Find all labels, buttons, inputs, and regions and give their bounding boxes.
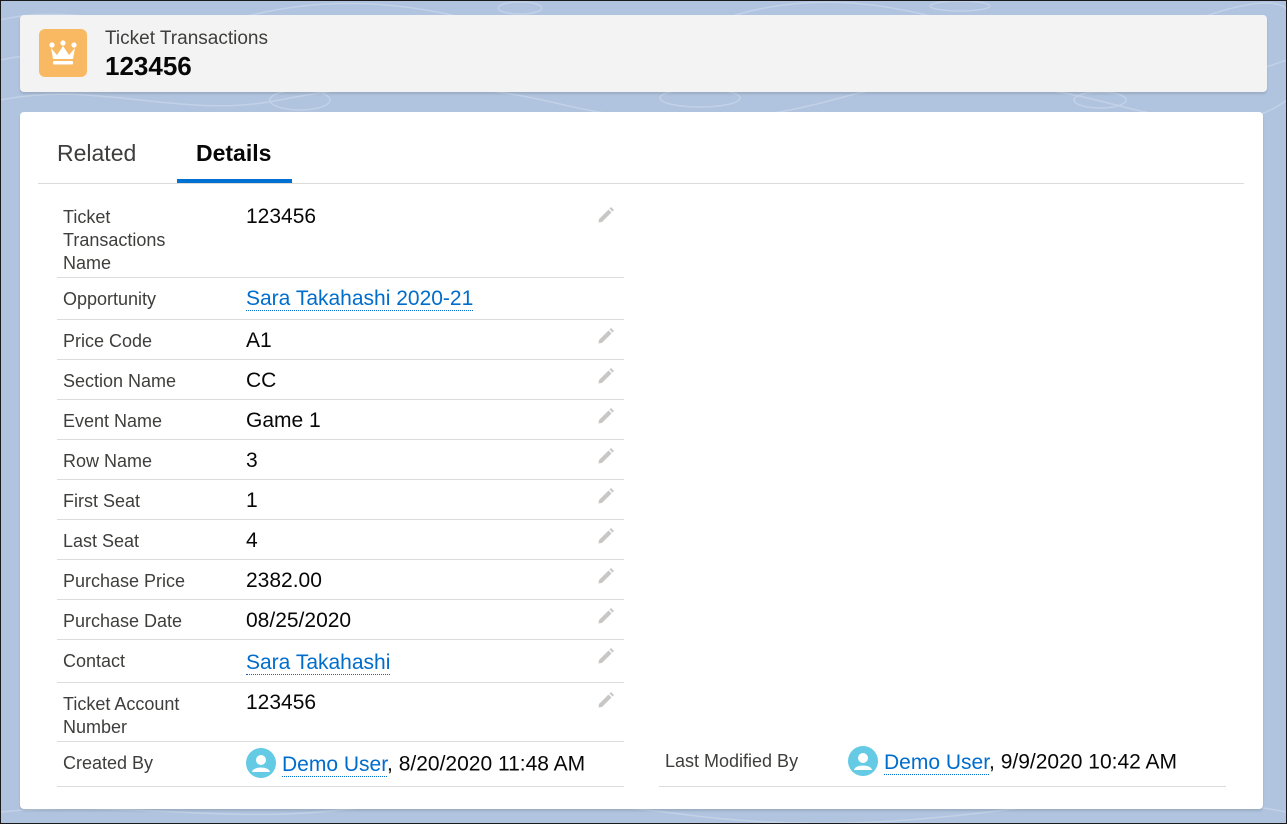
field-row-price-code: Price Code A1 xyxy=(57,320,624,360)
field-value: 2382.00 xyxy=(246,569,322,592)
field-label: Section Name xyxy=(63,371,177,391)
opportunity-link[interactable]: Sara Takahashi 2020-21 xyxy=(246,286,474,312)
field-label: Purchase Price xyxy=(63,571,186,591)
field-value: 1 xyxy=(246,489,258,512)
field-row-opportunity: Opportunity Sara Takahashi 2020-21 xyxy=(57,278,624,320)
field-label: Event Name xyxy=(63,411,163,431)
field-row-section-name: Section Name CC xyxy=(57,360,624,400)
pencil-edit-icon[interactable] xyxy=(596,646,616,666)
field-row-created-by: Created By Demo User, 8/20/2020 11:48 AM xyxy=(57,742,624,787)
field-label: Opportunity xyxy=(63,289,157,309)
pencil-edit-icon[interactable] xyxy=(596,566,616,586)
created-by-user-link[interactable]: Demo User xyxy=(282,752,388,777)
field-row-event-name: Event Name Game 1 xyxy=(57,400,624,440)
contact-link-text[interactable]: Sara Takahashi xyxy=(246,651,391,675)
field-value: 3 xyxy=(246,449,258,472)
created-by-timestamp: , 8/20/2020 11:48 AM xyxy=(387,752,586,776)
field-row-last-modified-by: Last Modified By Demo User, 9/9/2020 10:… xyxy=(659,740,1226,787)
tab-bar: Related Details xyxy=(38,112,1244,184)
pencil-edit-icon[interactable] xyxy=(596,526,616,546)
field-value: 08/25/2020 xyxy=(246,609,352,632)
crown-icon xyxy=(39,29,87,77)
opportunity-link-text[interactable]: Sara Takahashi 2020-21 xyxy=(246,287,474,311)
field-value: A1 xyxy=(246,329,272,352)
field-value: Game 1 xyxy=(246,409,321,432)
object-type-label: Ticket Transactions xyxy=(105,28,268,49)
pencil-edit-icon[interactable] xyxy=(596,690,616,710)
field-value: 4 xyxy=(246,529,258,552)
field-row-row-name: Row Name 3 xyxy=(57,440,624,480)
active-tab-indicator xyxy=(177,179,292,183)
last-modified-by-value: Demo User, 9/9/2020 10:42 AM xyxy=(848,746,1178,778)
pencil-edit-icon[interactable] xyxy=(596,406,616,426)
field-label: Price Code xyxy=(63,331,153,351)
pencil-edit-icon[interactable] xyxy=(596,205,616,225)
tab-related[interactable]: Related xyxy=(57,140,136,167)
details-field-list: Ticket Transactions Name 123456 Opportun… xyxy=(57,198,624,787)
last-modified-by-timestamp: , 9/9/2020 10:42 AM xyxy=(989,750,1178,774)
field-label: Last Seat xyxy=(63,531,140,551)
field-label: Purchase Date xyxy=(63,611,183,631)
user-avatar-icon[interactable] xyxy=(848,746,878,776)
tab-details[interactable]: Details xyxy=(196,140,271,167)
field-label: Contact xyxy=(63,651,126,671)
field-row-first-seat: First Seat 1 xyxy=(57,480,624,520)
field-value: CC xyxy=(246,369,277,392)
pencil-edit-icon[interactable] xyxy=(596,486,616,506)
field-label: Row Name xyxy=(63,451,153,471)
contact-link[interactable]: Sara Takahashi xyxy=(246,650,391,676)
field-row-ticket-account-number: Ticket Account Number 123456 xyxy=(57,683,624,742)
field-row-purchase-date: Purchase Date 08/25/2020 xyxy=(57,600,624,640)
record-header: Ticket Transactions 123456 xyxy=(20,15,1267,92)
field-label: Last Modified By xyxy=(665,751,799,771)
field-row-purchase-price: Purchase Price 2382.00 xyxy=(57,560,624,600)
user-avatar-icon[interactable] xyxy=(246,748,276,778)
field-label: Ticket Account Number xyxy=(63,694,180,737)
pencil-edit-icon[interactable] xyxy=(596,366,616,386)
field-row-contact: Contact Sara Takahashi xyxy=(57,640,624,683)
field-label: First Seat xyxy=(63,491,141,511)
field-value: 123456 xyxy=(246,205,317,228)
field-row-last-seat: Last Seat 4 xyxy=(57,520,624,560)
pencil-edit-icon[interactable] xyxy=(596,326,616,346)
record-title: 123456 xyxy=(105,51,192,81)
field-label: Ticket Transactions Name xyxy=(63,207,166,273)
field-label: Created By xyxy=(63,753,154,773)
field-value: 123456 xyxy=(246,691,317,714)
field-row-name: Ticket Transactions Name 123456 xyxy=(57,198,624,278)
pencil-edit-icon[interactable] xyxy=(596,446,616,466)
last-modified-by-user-link[interactable]: Demo User xyxy=(884,750,990,775)
pencil-edit-icon[interactable] xyxy=(596,606,616,626)
record-detail-card: Related Details Ticket Transactions Name… xyxy=(20,112,1263,809)
created-by-value: Demo User, 8/20/2020 11:48 AM xyxy=(246,748,586,780)
